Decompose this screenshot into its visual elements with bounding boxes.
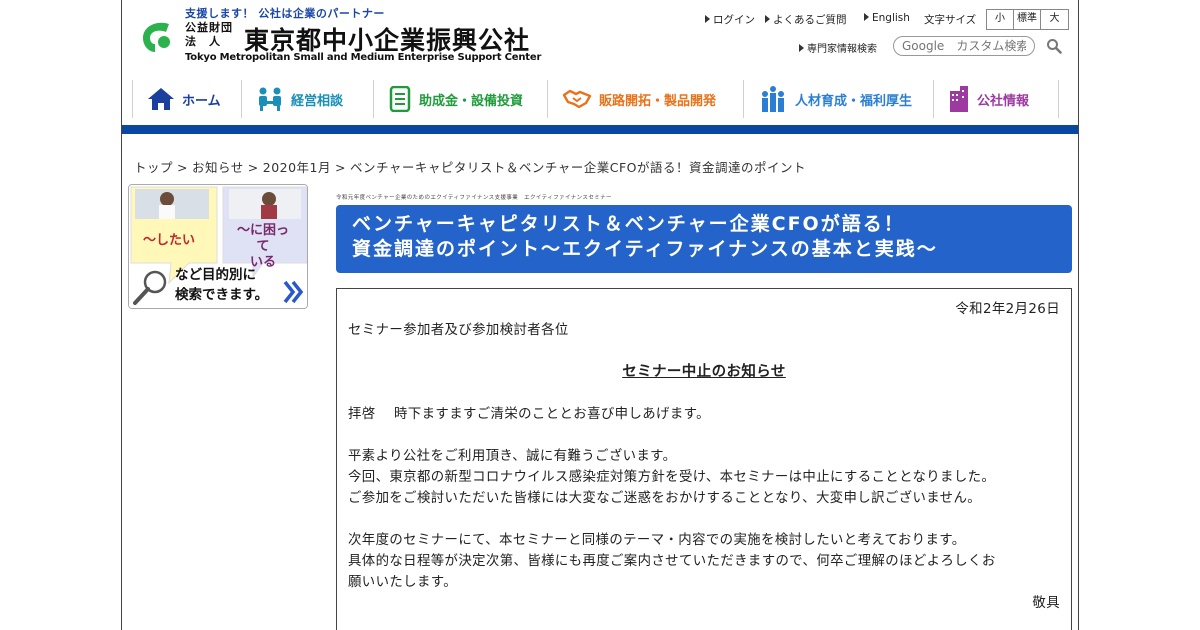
handshake-icon xyxy=(562,89,592,109)
page-title-line-1: ベンチャーキャピタリスト＆ベンチャー企業CFOが語る！ xyxy=(352,213,905,235)
breadcrumb-current: ベンチャーキャピタリスト＆ベンチャー企業CFOが語る！資金調達のポイント xyxy=(350,160,807,175)
breadcrumb-news-link[interactable]: お知らせ xyxy=(192,160,244,175)
purpose-search-banner[interactable]: ～したい ～に困って いる など目的別に 検索できます。 xyxy=(128,184,308,309)
nav-underline-bar xyxy=(122,125,1078,134)
notice-box: 令和2年2月26日 セミナー参加者及び参加検討者各位 セミナー中止のお知らせ 拝… xyxy=(336,288,1072,630)
house-icon xyxy=(148,88,174,110)
notice-greeting: 拝啓 時下ますますご清栄のこととお喜び申しあげます。 xyxy=(348,407,710,422)
font-size-switcher: 小 標準 大 xyxy=(986,9,1069,30)
banner-caption: など目的別に 検索できます。 xyxy=(175,267,269,303)
font-size-small-button[interactable]: 小 xyxy=(987,10,1014,29)
tagline: 支援します！ 公社は企業のパートナー xyxy=(185,7,385,20)
logo-mark-icon[interactable] xyxy=(139,18,175,54)
search-input[interactable] xyxy=(893,36,1035,56)
banner-label-trouble: ～に困って いる xyxy=(236,223,289,270)
page-container: 支援します！ 公社は企業のパートナー 公益財団法 人 東京都中小企業振興公社 T… xyxy=(121,0,1079,630)
english-link[interactable]: English xyxy=(864,12,910,24)
expert-search-link[interactable]: 専門家情報検索 xyxy=(799,40,877,55)
notice-date: 令和2年2月26日 xyxy=(955,302,1060,317)
breadcrumb: トップ > お知らせ >2020年1月 > ベンチャーキャピタリスト＆ベンチャー企業CFO… xyxy=(134,157,806,176)
notice-paragraph-2-line-3: 願いいたします。 xyxy=(348,575,457,590)
search-icon[interactable] xyxy=(1046,38,1062,54)
banner-label-want: ～したい xyxy=(143,233,196,248)
notice-paragraph-1-line-1: 平素より公社をご利用頂き、誠に有難うございます。 xyxy=(348,449,677,464)
nav-item-home[interactable]: ホーム xyxy=(132,80,241,118)
nav-item-about[interactable]: 公社情報 xyxy=(933,80,1059,118)
font-size-large-button[interactable]: 大 xyxy=(1041,10,1068,29)
document-list-icon xyxy=(389,86,411,112)
breadcrumb-month-link[interactable]: 2020年1月 xyxy=(263,160,331,175)
corp-type: 公益財団法 人 xyxy=(185,21,233,48)
nav-label: 助成金・設備投資 xyxy=(419,93,524,109)
people-icon xyxy=(762,86,784,112)
notice-paragraph-2-line-2: 具体的な日程等が決定次第、皆様にも再度ご案内させていただきますので、何卒ご理解の… xyxy=(348,554,996,569)
nav-item-subsidy[interactable]: 助成金・設備投資 xyxy=(373,80,547,118)
site-logo-english: Tokyo Metropolitan Small and Medium Ente… xyxy=(185,52,542,63)
faq-link[interactable]: よくあるご質問 xyxy=(765,12,847,27)
arrow-right-icon xyxy=(765,15,770,23)
login-link[interactable]: ログイン xyxy=(705,12,755,27)
font-size-label: 文字サイズ xyxy=(924,14,977,26)
notice-paragraph-2-line-1: 次年度のセミナーにて、本セミナーと同様のテーマ・内容での実施を検討したいと考えて… xyxy=(348,533,966,548)
nav-item-hr[interactable]: 人材育成・福利厚生 xyxy=(743,80,933,118)
notice-heading: セミナー中止のお知らせ xyxy=(622,364,786,380)
arrow-right-icon xyxy=(864,13,869,21)
breadcrumb-separator: > xyxy=(247,160,259,175)
nav-item-consulting[interactable]: 経営相談 xyxy=(241,80,373,118)
page-title-line-2: 資金調達のポイント～エクイティファイナンスの基本と実践～ xyxy=(352,238,938,260)
consulting-icon xyxy=(259,87,281,111)
nav-label: 公社情報 xyxy=(977,93,1030,109)
arrow-right-icon xyxy=(799,44,804,52)
breadcrumb-top-link[interactable]: トップ xyxy=(134,160,173,175)
breadcrumb-separator: > xyxy=(177,160,188,175)
notice-paragraph-1-line-3: ご参加をご検討いただいた皆様には大変なご迷惑をおかけすることとなり、大変申し訳ご… xyxy=(348,491,982,506)
notice-addressee: セミナー参加者及び参加検討者各位 xyxy=(348,323,569,338)
building-icon xyxy=(950,86,968,112)
notice-paragraph-1-line-2: 今回、東京都の新型コロナウイルス感染症対策方針を受け、本セミナーは中止にすること… xyxy=(348,470,996,485)
font-size-standard-button[interactable]: 標準 xyxy=(1014,10,1041,29)
nav-label: 販路開拓・製品開発 xyxy=(599,93,717,109)
nav-label: 人材育成・福利厚生 xyxy=(795,93,913,109)
global-nav: ホーム 経営相談 助成金・設備投資 販路開拓・製品開発 人材育成・福利厚生 公社… xyxy=(132,80,1059,118)
arrow-right-icon xyxy=(705,15,710,23)
page-title-box: ベンチャーキャピタリスト＆ベンチャー企業CFOが語る！ 資金調達のポイント～エク… xyxy=(336,205,1072,273)
nav-label: 経営相談 xyxy=(291,93,344,109)
nav-label: ホーム xyxy=(182,93,221,109)
nav-item-market[interactable]: 販路開拓・製品開発 xyxy=(547,80,743,118)
notice-closing: 敬具 xyxy=(1032,596,1060,611)
breadcrumb-separator: > xyxy=(335,160,346,175)
seminar-subtitle: 令和元年度ベンチャー企業のためのエクイティファイナンス支援事業 エクイティファイ… xyxy=(336,195,612,201)
